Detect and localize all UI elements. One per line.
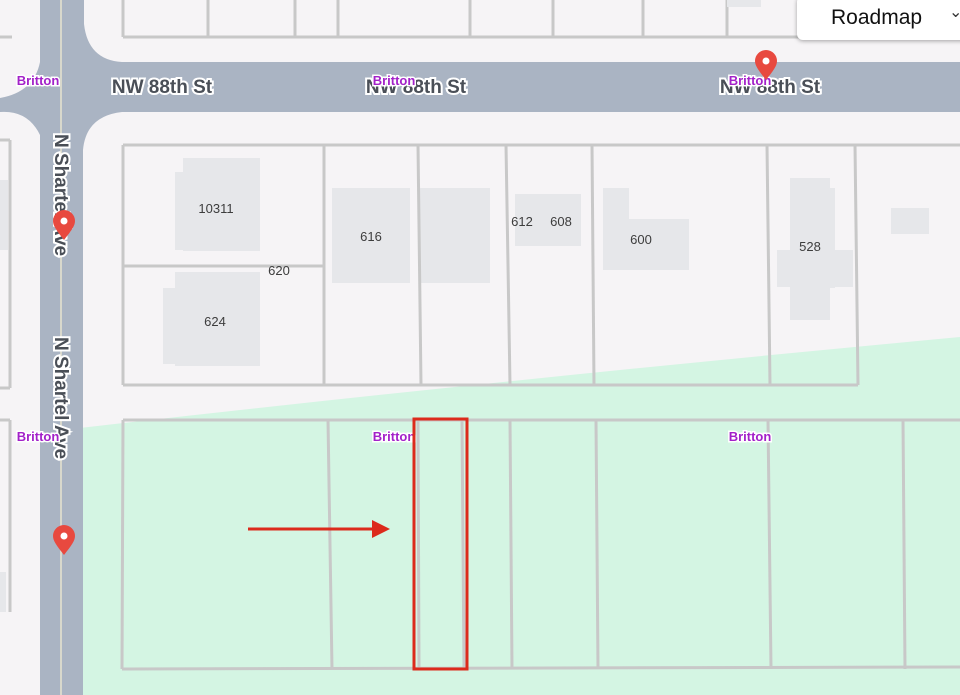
building bbox=[0, 572, 6, 612]
area-label-britton: Britton bbox=[373, 429, 416, 444]
address-label: 624 bbox=[204, 314, 226, 329]
area-label-britton: Britton bbox=[373, 73, 416, 88]
area-label-britton: Britton bbox=[17, 429, 60, 444]
address-label: 616 bbox=[360, 229, 382, 244]
building bbox=[727, 0, 761, 7]
address-label: 612 bbox=[511, 214, 533, 229]
area-label-britton: Britton bbox=[17, 73, 60, 88]
building bbox=[0, 180, 8, 250]
street-label-nw-88th: NW 88th St bbox=[112, 77, 213, 98]
address-label: 620 bbox=[268, 263, 290, 278]
street-label-n-shartel: N Shartel Ave bbox=[50, 134, 71, 256]
map-canvas[interactable]: NW 88th St NW 88th St NW 88th St N Shart… bbox=[0, 0, 960, 695]
map-type-label: Roadmap bbox=[831, 6, 923, 29]
map-type-dropdown[interactable]: Roadmap ⌄ bbox=[797, 0, 960, 40]
chevron-down-icon: ⌄ bbox=[949, 4, 960, 21]
address-label: 10311 bbox=[198, 201, 233, 216]
address-label: 600 bbox=[630, 232, 652, 247]
address-label: 528 bbox=[799, 239, 821, 254]
area-label-britton: Britton bbox=[729, 429, 772, 444]
address-label: 608 bbox=[550, 214, 572, 229]
